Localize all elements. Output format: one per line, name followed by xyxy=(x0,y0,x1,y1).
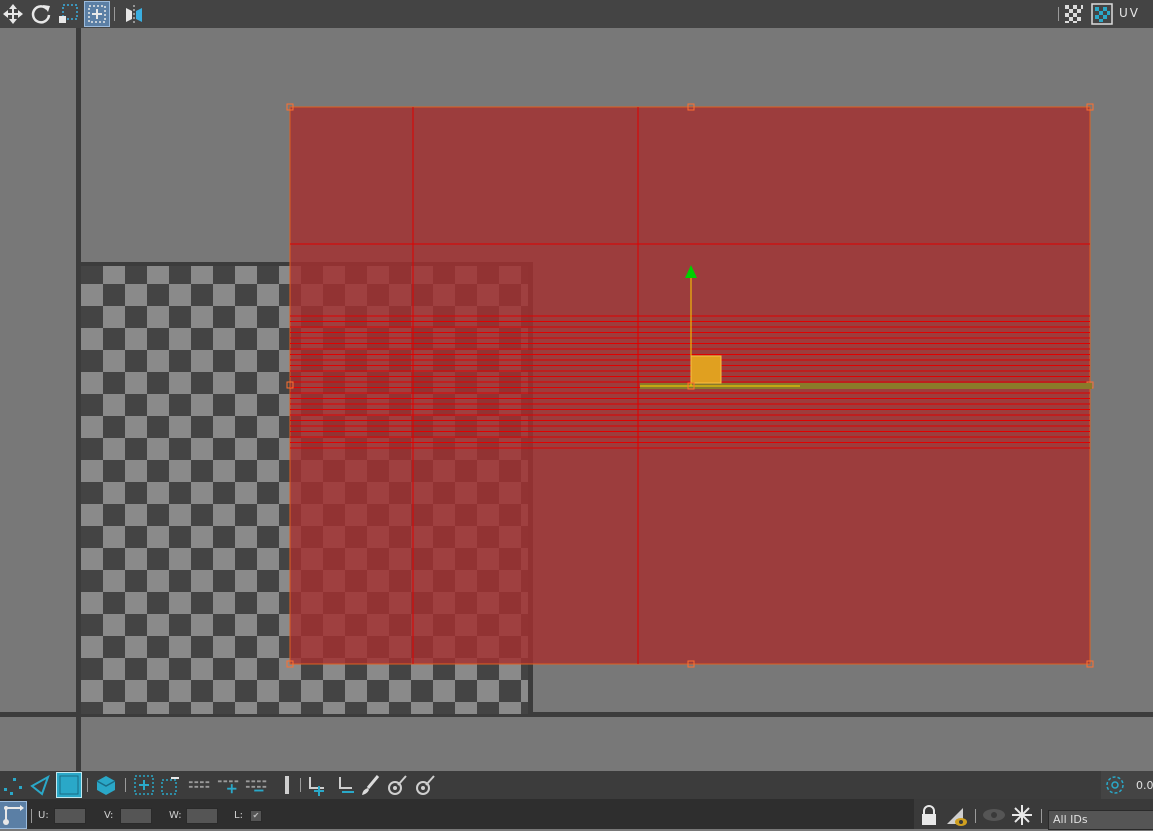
rotate-icon[interactable] xyxy=(29,2,53,26)
w-field[interactable] xyxy=(186,808,218,824)
remove-point-icon[interactable] xyxy=(333,773,357,797)
ring-icon[interactable] xyxy=(217,773,241,797)
toolbar-separator xyxy=(87,778,88,792)
eye-icon[interactable] xyxy=(981,806,1007,827)
texture-display-icon[interactable] xyxy=(1090,2,1114,26)
vertex-select-icon[interactable] xyxy=(0,773,24,797)
id-filter-dropdown[interactable]: All IDs xyxy=(1048,810,1153,830)
lock-checkbox[interactable]: ✔ xyxy=(250,810,262,822)
filter-visible-icon[interactable] xyxy=(945,804,971,831)
soft-selection-value: 0.0 xyxy=(1136,779,1153,792)
gizmo-center-box xyxy=(690,355,722,384)
uv-label: UV xyxy=(1119,6,1140,20)
toolbar-separator xyxy=(300,778,301,792)
status-separator xyxy=(31,809,32,823)
status-bar: U: V: W: L: ✔ All IDs xyxy=(0,799,1153,831)
id-filter-value: All IDs xyxy=(1053,813,1088,826)
soft-selection-icon[interactable] xyxy=(1103,773,1127,797)
pick-tool-icon[interactable] xyxy=(385,773,409,797)
toolbar-separator-right xyxy=(1058,7,1059,21)
scale-icon[interactable] xyxy=(56,2,80,26)
w-label: W: xyxy=(169,810,182,821)
pick-tool-alt-icon[interactable] xyxy=(413,773,437,797)
transform-type-icon[interactable] xyxy=(0,801,27,829)
top-toolbar: UV xyxy=(0,0,1153,28)
v-field[interactable] xyxy=(120,808,152,824)
shrink-selection-icon[interactable] xyxy=(158,773,182,797)
toolbar-separator xyxy=(125,778,126,792)
u-label: U: xyxy=(38,810,49,821)
move-icon[interactable] xyxy=(1,2,25,26)
freeze-icon[interactable] xyxy=(1010,803,1034,830)
freeform-icon[interactable] xyxy=(84,1,110,27)
lock-icon[interactable] xyxy=(918,804,940,829)
shrink-loop-icon[interactable] xyxy=(275,773,299,797)
v-axis-line xyxy=(76,28,81,771)
polygon-select-icon[interactable] xyxy=(56,772,82,798)
u-field[interactable] xyxy=(54,808,86,824)
uv-editor-viewport[interactable] xyxy=(0,28,1153,771)
loop-grow-icon[interactable] xyxy=(245,773,269,797)
loop-icon[interactable] xyxy=(188,773,212,797)
grow-selection-icon[interactable] xyxy=(132,773,156,797)
v-label: V: xyxy=(104,810,114,821)
mirror-icon[interactable] xyxy=(122,2,146,26)
bottom-toolbar: 0.0 xyxy=(0,771,1153,799)
status-separator xyxy=(1041,809,1042,823)
uv-canvas[interactable] xyxy=(0,28,1153,771)
l-label: L: xyxy=(234,810,243,821)
edge-select-icon[interactable] xyxy=(28,773,52,797)
checker-pattern-icon[interactable] xyxy=(1062,2,1086,26)
paint-brush-icon[interactable] xyxy=(358,773,382,797)
status-separator xyxy=(975,809,976,823)
soft-selection-panel: 0.0 xyxy=(1101,771,1153,799)
element-select-icon[interactable] xyxy=(94,773,118,797)
toolbar-separator xyxy=(114,7,115,21)
add-point-icon[interactable] xyxy=(305,773,329,797)
